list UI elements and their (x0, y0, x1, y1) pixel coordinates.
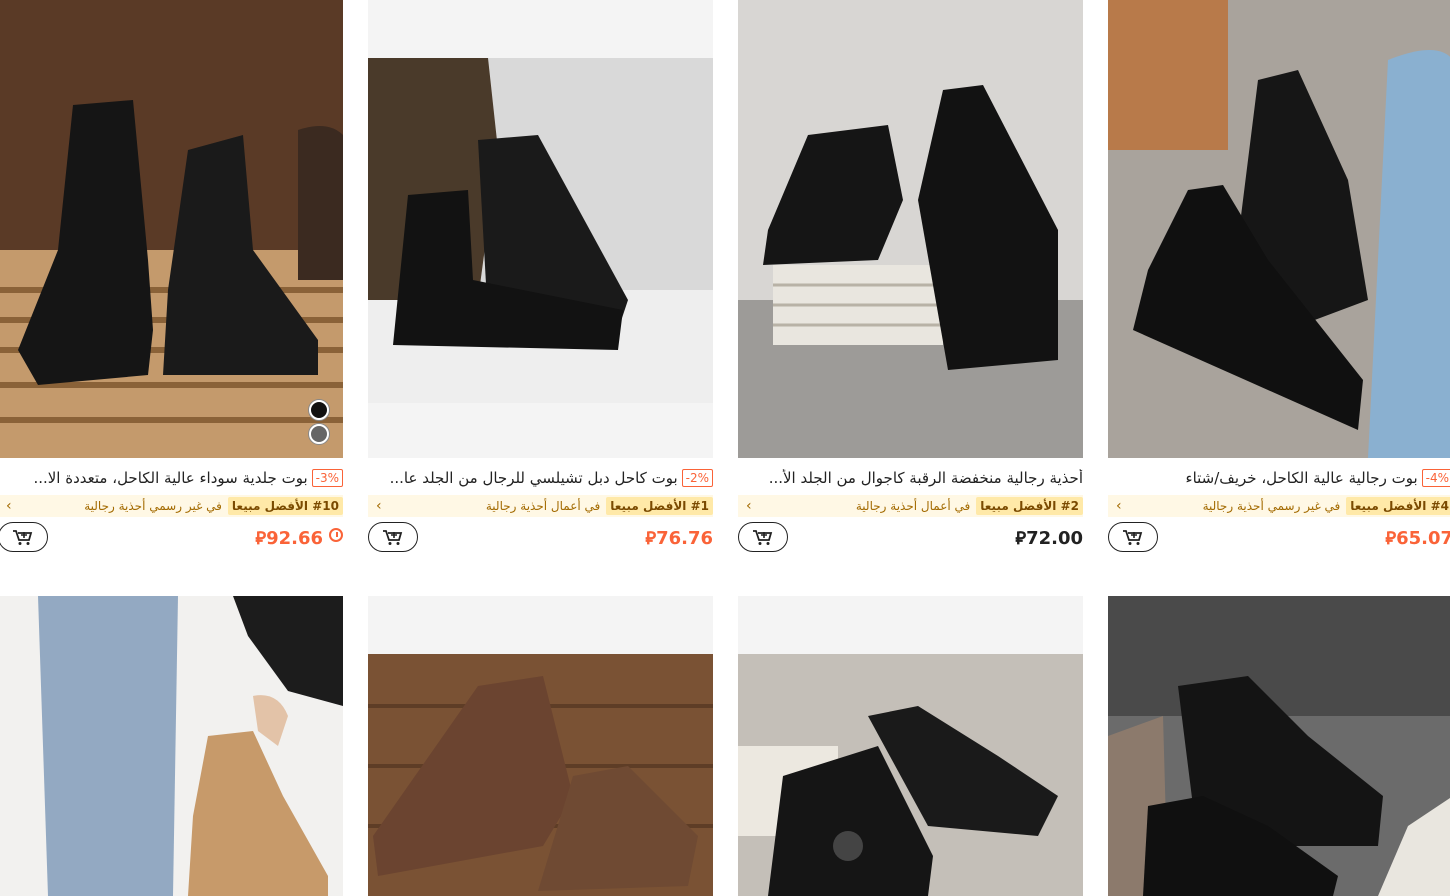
cart-plus-icon (383, 530, 403, 545)
discount-badge: -3% (311, 469, 343, 487)
product-card[interactable] (738, 596, 1083, 896)
bestseller-row[interactable]: #4 الأفضل مبيعا في غير رسمي أحذية رجالية… (1108, 495, 1450, 517)
discount-badge: -4% (1421, 469, 1450, 487)
product-image[interactable] (1108, 596, 1450, 896)
bestseller-row[interactable]: #2 الأفضل مبيعا في أعمال أحذية رجالية › (738, 495, 1083, 517)
product-price: ⃁92.66 (255, 528, 323, 549)
clock-icon (329, 528, 343, 542)
product-title-row[interactable]: -4% بوت رجالية عالية الكاحل، خريف/شتاء (1108, 467, 1450, 489)
product-image[interactable] (0, 0, 343, 458)
discount-badge: -2% (681, 469, 713, 487)
cart-plus-icon (13, 530, 33, 545)
add-to-cart-button[interactable] (0, 522, 48, 552)
price-row: ⃁76.76 (368, 522, 713, 554)
product-title-row[interactable]: أحذية رجالية منخفضة الرقبة كاجوال من الج… (738, 467, 1083, 489)
color-swatches (309, 400, 329, 448)
bestseller-rank-badge: #1 الأفضل مبيعا (606, 497, 713, 515)
add-to-cart-button[interactable] (368, 522, 418, 552)
currency-icon: ⃁ (255, 528, 267, 549)
product-price: ⃁76.76 (645, 528, 713, 549)
cart-plus-icon (753, 530, 773, 545)
product-title[interactable]: أحذية رجالية منخفضة الرقبة كاجوال من الج… (769, 469, 1083, 487)
bestseller-rank-badge: #4 الأفضل مبيعا (1346, 497, 1450, 515)
product-card[interactable] (1108, 596, 1450, 896)
product-image[interactable] (1108, 0, 1450, 458)
currency-icon: ⃁ (645, 528, 657, 549)
bestseller-rank-badge: #2 الأفضل مبيعا (976, 497, 1083, 515)
product-title-row[interactable]: -2% بوت كاحل دبل تشيلسي للرجال من الجلد … (368, 467, 713, 489)
bestseller-category: في غير رسمي أحذية رجالية (1202, 499, 1341, 513)
bestseller-row[interactable]: #1 الأفضل مبيعا في أعمال أحذية رجالية › (368, 495, 713, 517)
product-image[interactable] (368, 596, 713, 896)
chevron-right-icon: › (1116, 498, 1122, 514)
product-image[interactable] (738, 0, 1083, 458)
product-title[interactable]: بوت جلدية سوداء عالية الكاحل، متعددة الا… (33, 469, 307, 487)
bestseller-rank-badge: #10 الأفضل مبيعا (227, 497, 343, 515)
add-to-cart-button[interactable] (1108, 522, 1158, 552)
product-title[interactable]: بوت رجالية عالية الكاحل، خريف/شتاء (1186, 469, 1418, 487)
price-row: ⃁92.66 (0, 522, 343, 554)
add-to-cart-button[interactable] (738, 522, 788, 552)
product-title-row[interactable]: -3% بوت جلدية سوداء عالية الكاحل، متعددة… (0, 467, 343, 489)
color-swatch-black[interactable] (309, 400, 329, 420)
product-card[interactable] (0, 596, 343, 896)
chevron-right-icon: › (6, 498, 12, 514)
product-price: ⃁72.00 (1015, 528, 1083, 549)
color-swatch-gray[interactable] (309, 424, 329, 444)
currency-icon: ⃁ (1015, 528, 1027, 549)
product-price: ⃁65.07 (1385, 528, 1450, 549)
bestseller-row[interactable]: #10 الأفضل مبيعا في غير رسمي أحذية رجالي… (0, 495, 343, 517)
price-row: ⃁72.00 (738, 522, 1083, 554)
bestseller-category: في أعمال أحذية رجالية (855, 499, 971, 513)
product-card[interactable] (368, 596, 713, 896)
product-image[interactable] (0, 596, 343, 896)
price-row: ⃁65.07 (1108, 522, 1450, 554)
currency-icon: ⃁ (1385, 528, 1397, 549)
cart-plus-icon (1123, 530, 1143, 545)
bestseller-category: في أعمال أحذية رجالية (485, 499, 601, 513)
chevron-right-icon: › (746, 498, 752, 514)
product-image[interactable] (738, 596, 1083, 896)
chevron-right-icon: › (376, 498, 382, 514)
product-image[interactable] (368, 0, 713, 458)
product-title[interactable]: بوت كاحل دبل تشيلسي للرجال من الجلد عا..… (390, 469, 678, 487)
bestseller-category: في غير رسمي أحذية رجالية (84, 499, 222, 513)
